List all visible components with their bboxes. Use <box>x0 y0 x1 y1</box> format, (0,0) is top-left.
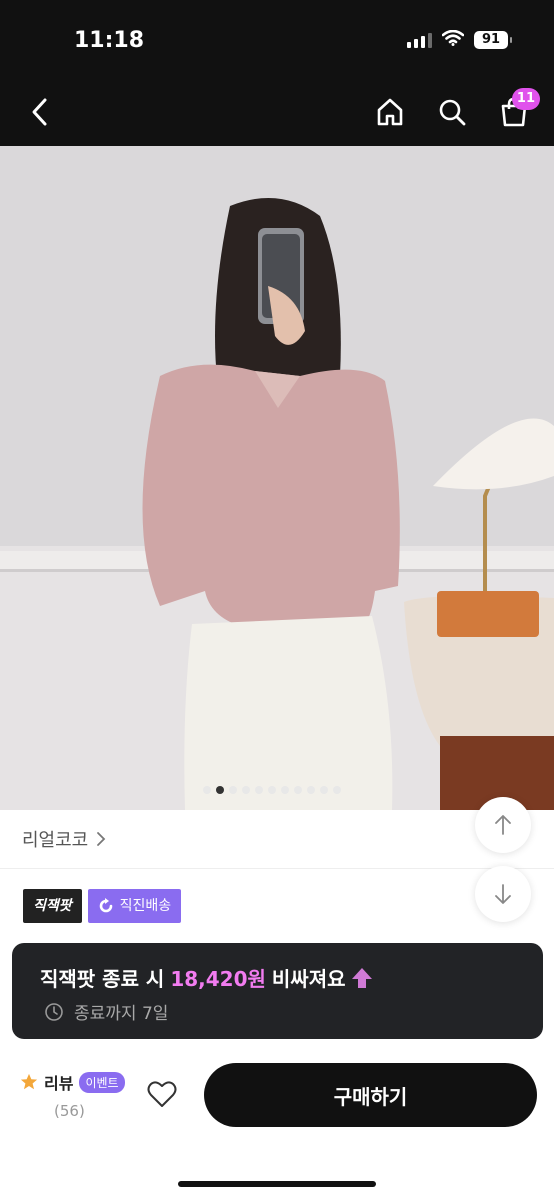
home-indicator <box>178 1181 376 1187</box>
buy-button[interactable]: 구매하기 <box>204 1063 537 1127</box>
price-toast: 직잭팟 종료 시 18,420원 비싸져요 종료까지 7일 <box>12 943 543 1039</box>
toast-suffix: 비싸져요 <box>271 967 346 991</box>
back-button[interactable] <box>18 90 62 134</box>
scroll-down-button[interactable] <box>475 866 531 922</box>
pager-dot[interactable] <box>294 786 302 794</box>
heart-icon <box>147 1081 177 1107</box>
review-summary[interactable]: 리뷰 이벤트 (56) <box>20 1070 125 1120</box>
pager-dot[interactable] <box>229 786 237 794</box>
status-time: 11:18 <box>74 28 145 53</box>
wifi-icon <box>441 29 465 50</box>
product-photo <box>0 146 554 810</box>
delivery-tag: 직진배송 <box>87 889 182 923</box>
scroll-up-button[interactable] <box>475 797 531 853</box>
toast-message: 직잭팟 종료 시 18,420원 비싸져요 <box>40 963 374 992</box>
pager-dot-active[interactable] <box>216 786 224 794</box>
toast-remaining: 종료까지 7일 <box>44 999 168 1024</box>
status-icons: 91 <box>407 29 512 50</box>
image-pager[interactable] <box>203 786 341 794</box>
clock-icon <box>45 1002 63 1021</box>
refresh-icon <box>99 898 112 913</box>
cart-button[interactable]: 11 <box>492 88 540 134</box>
chevron-left-icon <box>32 98 47 126</box>
sale-tag: 직잭팟 <box>23 889 82 923</box>
battery-icon: 91 <box>474 31 512 49</box>
home-icon <box>377 98 403 126</box>
pager-dot[interactable] <box>307 786 315 794</box>
star-icon <box>20 1073 38 1090</box>
toast-price: 18,420원 <box>170 967 266 991</box>
arrow-up-icon <box>351 967 372 988</box>
cart-count-badge: 11 <box>511 88 540 110</box>
arrow-up-icon <box>495 815 511 835</box>
search-icon <box>439 99 466 126</box>
home-button[interactable] <box>368 90 412 134</box>
pager-dot[interactable] <box>268 786 276 794</box>
pager-dot[interactable] <box>320 786 328 794</box>
toast-prefix: 직잭팟 종료 시 <box>40 967 165 991</box>
review-count: (56) <box>54 1102 85 1120</box>
status-bar: 11:18 91 <box>0 0 554 80</box>
search-button[interactable] <box>430 90 474 134</box>
brand-link[interactable]: 리얼코코 <box>22 826 106 852</box>
app-header: 11 <box>0 80 554 146</box>
event-badge: 이벤트 <box>79 1071 125 1093</box>
pager-dot[interactable] <box>203 786 211 794</box>
pager-dot[interactable] <box>242 786 250 794</box>
review-header: 리뷰 이벤트 <box>20 1070 125 1094</box>
review-label: 리뷰 <box>44 1074 74 1093</box>
pager-dot[interactable] <box>333 786 341 794</box>
wishlist-button[interactable] <box>142 1074 182 1114</box>
tag-row: 직잭팟 직진배송 <box>23 889 182 923</box>
product-image[interactable] <box>0 146 554 810</box>
signal-icon <box>407 32 432 48</box>
brand-name: 리얼코코 <box>22 830 89 851</box>
arrow-down-icon <box>495 884 511 904</box>
pager-dot[interactable] <box>281 786 289 794</box>
delivery-tag-label: 직진배송 <box>119 898 172 914</box>
divider <box>0 868 554 869</box>
remaining-text: 종료까지 7일 <box>74 1004 169 1024</box>
chevron-right-icon <box>97 832 106 846</box>
pager-dot[interactable] <box>255 786 263 794</box>
